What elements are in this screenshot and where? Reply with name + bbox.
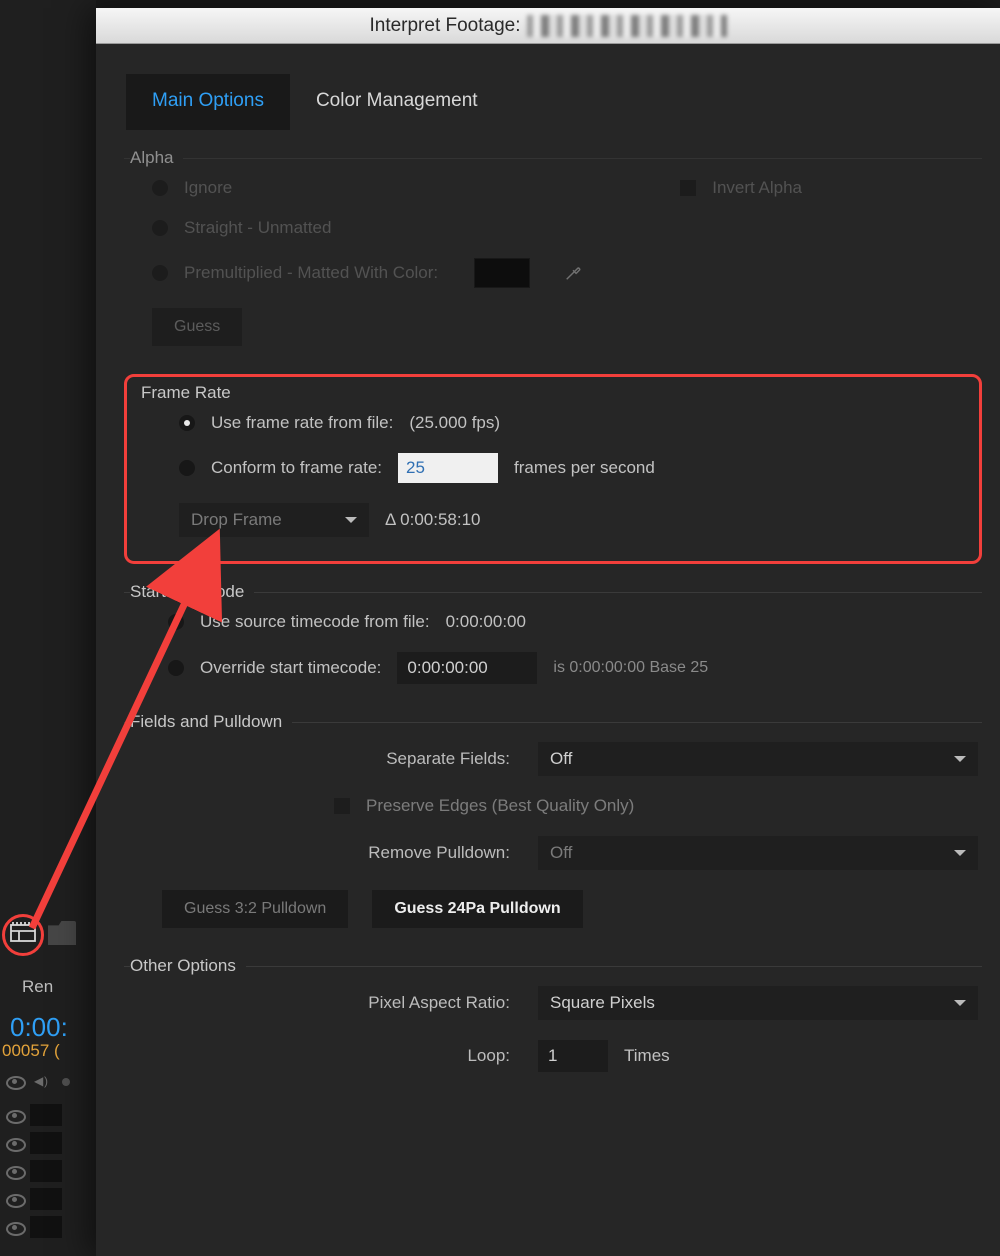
timecode-base-info: is 0:00:00:00 Base 25 [553,659,708,677]
tab-main-options[interactable]: Main Options [126,74,290,130]
speaker-icon[interactable] [30,1072,52,1090]
project-panel-icon[interactable] [10,922,36,949]
dropframe-select[interactable]: Drop Frame [179,503,369,537]
alpha-group: Alpha Ignore Invert Alpha Straight - Unm… [124,148,982,356]
layer-row [0,1132,62,1154]
override-timecode-radio[interactable] [168,660,184,676]
other-options-group: Other Options Pixel Aspect Ratio: Square… [124,956,982,1082]
switches-header [0,1072,78,1090]
window-title: Interpret Footage: [369,15,520,37]
guess-alpha-button[interactable]: Guess [152,308,242,346]
annotation-circle [2,914,44,956]
current-time[interactable]: 0:00: [10,1012,68,1043]
layer-row [0,1160,62,1182]
source-timecode-value: 0:00:00:00 [446,612,526,632]
pixel-aspect-label: Pixel Aspect Ratio: [152,993,522,1013]
folder-icon[interactable] [48,921,76,945]
alpha-legend: Alpha [130,148,183,168]
eye-icon[interactable] [4,1134,26,1152]
solo-icon[interactable] [56,1072,78,1090]
other-options-legend: Other Options [130,956,246,976]
tabs: Main Options Color Management [96,44,1000,130]
invert-alpha-checkbox[interactable] [680,180,696,196]
separate-fields-label: Separate Fields: [152,749,522,769]
remove-pulldown-select[interactable]: Off [538,836,978,870]
override-timecode-input[interactable] [397,652,537,684]
guess-32-pulldown-button[interactable]: Guess 3:2 Pulldown [162,890,348,928]
use-file-framerate-radio[interactable] [179,415,195,431]
loop-input[interactable] [538,1040,608,1072]
frame-count: 00057 ( [2,1041,60,1061]
layer-row [0,1216,62,1238]
layer-row [0,1104,62,1126]
tab-color-management[interactable]: Color Management [290,74,504,130]
alpha-ignore-radio[interactable] [152,180,168,196]
titlebar[interactable]: Interpret Footage: [96,8,1000,44]
conform-framerate-radio[interactable] [179,460,195,476]
alpha-straight-label: Straight - Unmatted [184,218,331,238]
eye-icon[interactable] [4,1072,26,1090]
timecode-group: Start Timecode Use source timecode from … [124,582,982,694]
remove-pulldown-label: Remove Pulldown: [152,843,522,863]
duration-delta: Δ 0:00:58:10 [385,510,481,530]
framerate-legend: Frame Rate [141,383,241,403]
loop-label: Loop: [152,1046,522,1066]
use-source-timecode-radio[interactable] [168,614,184,630]
fps-unit-label: frames per second [514,458,655,478]
timecode-legend: Start Timecode [130,582,254,602]
layer-row [0,1188,62,1210]
invert-alpha-label: Invert Alpha [712,178,802,198]
eye-icon[interactable] [4,1106,26,1124]
guess-24pa-pulldown-button[interactable]: Guess 24Pa Pulldown [372,890,582,928]
preserve-edges-checkbox[interactable] [334,798,350,814]
eyedropper-icon[interactable] [556,258,590,288]
loop-times-label: Times [624,1046,670,1066]
interpret-footage-dialog: Interpret Footage: Main Options Color Ma… [96,8,1000,1256]
use-file-framerate-label: Use frame rate from file: [211,413,393,433]
file-framerate-value: (25.000 fps) [409,413,500,433]
filename-redacted [527,15,727,37]
use-source-timecode-label: Use source timecode from file: [200,612,430,632]
alpha-premult-label: Premultiplied - Matted With Color: [184,263,438,283]
conform-framerate-input[interactable] [398,453,498,483]
alpha-premult-radio[interactable] [152,265,168,281]
framerate-group: Frame Rate Use frame rate from file: (25… [135,383,971,547]
override-timecode-label: Override start timecode: [200,658,381,678]
conform-framerate-label: Conform to frame rate: [211,458,382,478]
alpha-ignore-label: Ignore [184,178,232,198]
fields-legend: Fields and Pulldown [130,712,292,732]
separate-fields-select[interactable]: Off [538,742,978,776]
annotation-framerate-highlight: Frame Rate Use frame rate from file: (25… [124,374,982,564]
fields-group: Fields and Pulldown Separate Fields: Off… [124,712,982,938]
eye-icon[interactable] [4,1162,26,1180]
alpha-straight-radio[interactable] [152,220,168,236]
render-queue-label: Ren [22,977,53,997]
preserve-edges-label: Preserve Edges (Best Quality Only) [366,796,634,816]
pixel-aspect-select[interactable]: Square Pixels [538,986,978,1020]
matte-color-swatch[interactable] [474,258,530,288]
left-panel: Ren 0:00: 00057 ( [0,0,96,1256]
eye-icon[interactable] [4,1190,26,1208]
eye-icon[interactable] [4,1218,26,1236]
